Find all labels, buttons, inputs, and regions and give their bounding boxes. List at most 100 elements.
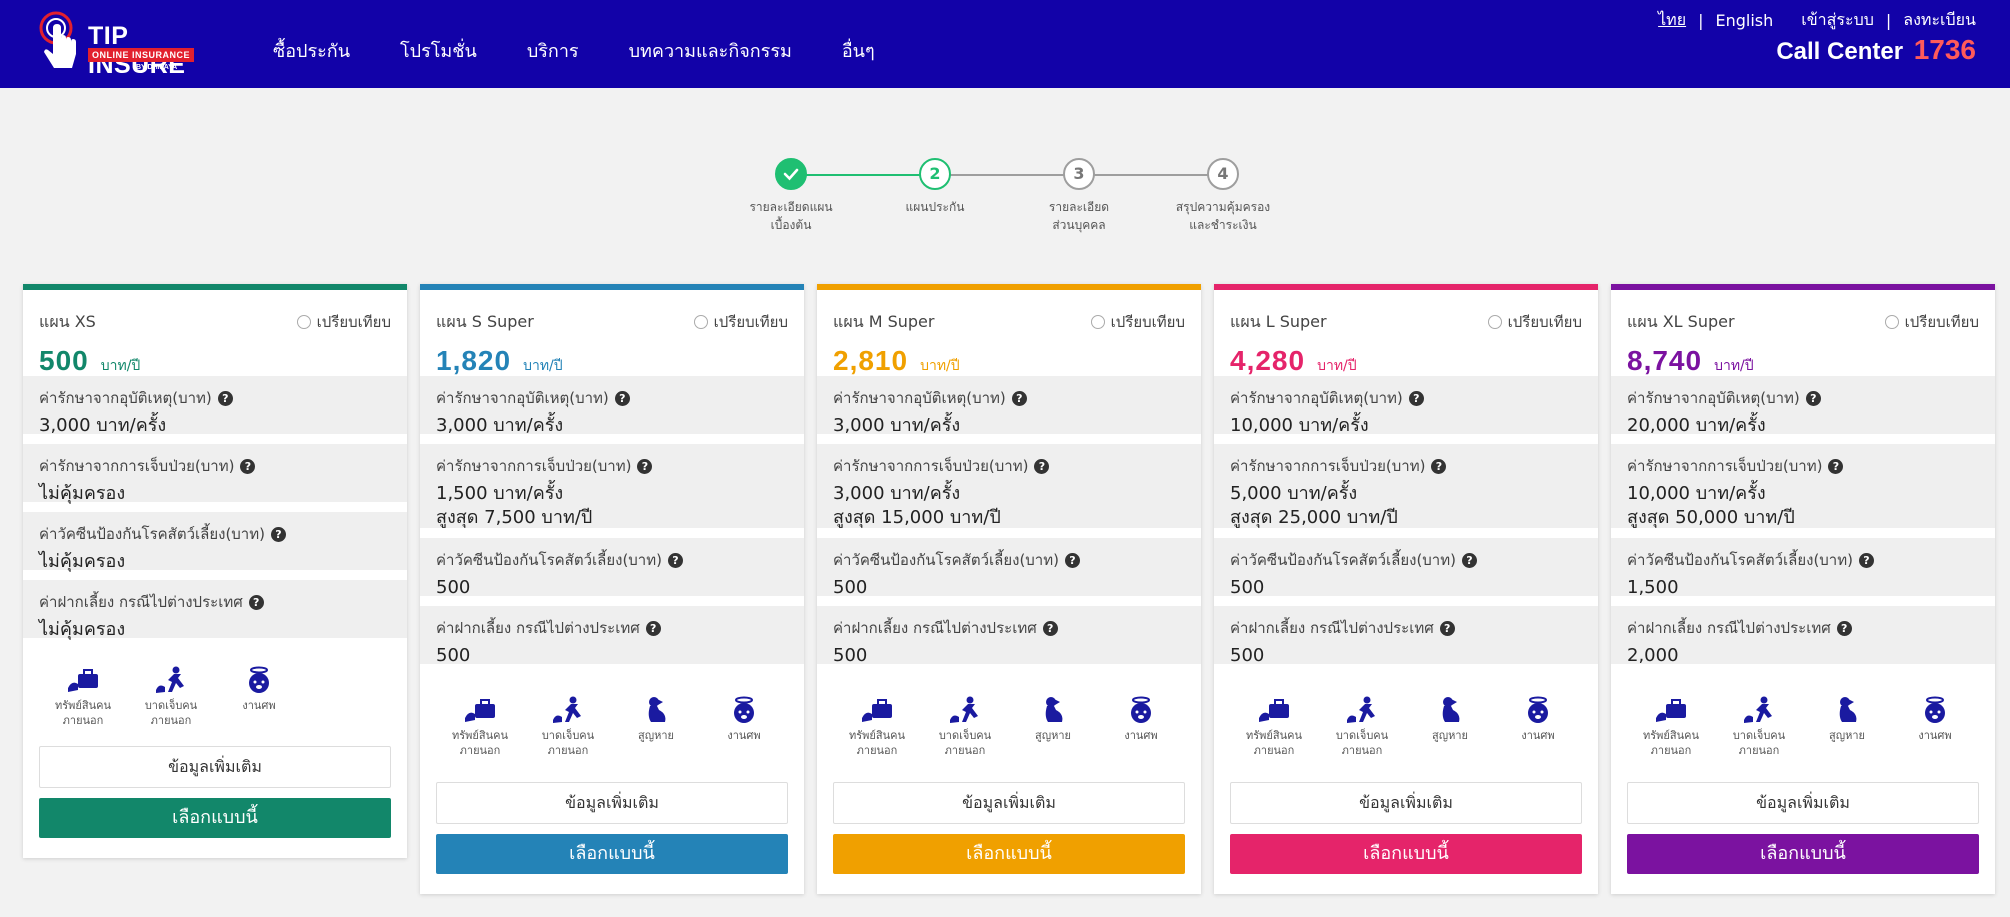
compare-radio[interactable]: [693, 315, 708, 329]
help-icon[interactable]: ?: [217, 390, 233, 406]
help-icon[interactable]: ?: [248, 594, 264, 610]
nav-articles[interactable]: บทความและกิจกรรม: [629, 36, 792, 65]
help-icon[interactable]: ?: [1042, 620, 1058, 636]
compare-radio[interactable]: [1884, 315, 1899, 329]
compare-radio[interactable]: [296, 315, 311, 329]
top-links: ไทย | English เข้าสู่ระบบ | ลงทะเบียน: [1658, 8, 1976, 33]
compare-checkbox[interactable]: เปรียบเทียบ: [296, 310, 391, 334]
coverage-label: ค่าฝากเลี้ยง กรณีไปต่างประเทศ: [833, 619, 1037, 637]
compare-label: เปรียบเทียบ: [1110, 313, 1185, 331]
plan-price: 4,280: [1230, 345, 1306, 376]
help-icon[interactable]: ?: [1461, 552, 1477, 568]
divider: |: [1885, 11, 1892, 30]
lang-thai-link[interactable]: ไทย: [1658, 8, 1686, 33]
nav-promotion[interactable]: โปรโมชั่น: [400, 36, 477, 65]
coverage-boarding: ค่าฝากเลี้ยง กรณีไปต่างประเทศ? 2,000: [1611, 606, 1995, 666]
benefit-icons: ทรัพย์สินคน ภายนอก บาดเจ็บคน ภายนอก สูญหาย…: [817, 674, 1201, 782]
more-info-button[interactable]: ข้อมูลเพิ่มเติม: [1230, 782, 1582, 824]
divider: |: [1698, 11, 1704, 30]
help-icon[interactable]: ?: [1828, 458, 1844, 474]
compare-checkbox[interactable]: เปรียบเทียบ: [1884, 310, 1979, 334]
lost-dog-icon: [1045, 697, 1063, 722]
help-icon[interactable]: ?: [1034, 458, 1050, 474]
help-icon[interactable]: ?: [1064, 552, 1080, 568]
coverage-vaccine: ค่าวัคซีนป้องกันโรคสัตว์เลี้ยง(บาท)? 1,5…: [1611, 538, 1995, 598]
more-info-button[interactable]: ข้อมูลเพิ่มเติม: [39, 746, 391, 788]
injured-person-icon: [156, 666, 184, 693]
benefit-label: งานศพ: [727, 729, 761, 742]
coverage-max-value: สูงสุด 50,000 บาท/ปี: [1627, 507, 1795, 528]
coverage-label: ค่ารักษาจากการเจ็บป่วย(บาท): [39, 457, 235, 475]
coverage-value: ไม่คุ้มครอง: [39, 619, 126, 640]
step-3: 3 รายละเอียด ส่วนบุคคล: [1009, 158, 1149, 234]
coverage-value: ไม่คุ้มครอง: [39, 551, 126, 572]
coverage-label: ค่ารักษาจากอุบัติเหตุ(บาท): [1230, 389, 1403, 407]
coverage-label: ค่าวัคซีนป้องกันโรคสัตว์เลี้ยง(บาท): [39, 525, 265, 543]
coverage-value: 500: [1230, 577, 1265, 598]
more-info-button[interactable]: ข้อมูลเพิ่มเติม: [833, 782, 1185, 824]
nav-others[interactable]: อื่นๆ: [842, 36, 875, 65]
compare-label: เปรียบเทียบ: [1904, 313, 1979, 331]
nav-services[interactable]: บริการ: [527, 36, 579, 65]
benefit-label: ทรัพย์สินคน: [1643, 729, 1699, 742]
select-plan-button[interactable]: เลือกแบบนี้: [436, 834, 788, 874]
angel-dog-icon: [1131, 696, 1151, 723]
plan-price: 2,810: [833, 345, 909, 376]
call-center-number: 1736: [1913, 34, 1976, 65]
benefit-label: งานศพ: [1521, 729, 1555, 742]
coverage-label: ค่ารักษาจากอุบัติเหตุ(บาท): [1627, 389, 1800, 407]
coverage-value: 10,000 บาท/ครั้ง: [1627, 483, 1766, 504]
coverage-boarding: ค่าฝากเลี้ยง กรณีไปต่างประเทศ? 500: [817, 606, 1201, 666]
benefit-label: ทรัพย์สินคน: [452, 729, 508, 742]
plan-card-xs: แผน XS 500 บาท/ปี เปรียบเทียบ ค่ารักษาจา…: [23, 284, 407, 858]
select-plan-button[interactable]: เลือกแบบนี้: [39, 798, 391, 838]
compare-checkbox[interactable]: เปรียบเทียบ: [693, 310, 788, 334]
more-info-button[interactable]: ข้อมูลเพิ่มเติม: [1627, 782, 1979, 824]
coverage-boarding: ค่าฝากเลี้ยง กรณีไปต่างประเทศ? 500: [1214, 606, 1598, 666]
select-plan-button[interactable]: เลือกแบบนี้: [1230, 834, 1582, 874]
coverage-value: 500: [436, 577, 471, 598]
plan-price: 500: [39, 345, 89, 376]
coverage-value: 20,000 บาท/ครั้ง: [1627, 415, 1766, 436]
help-icon[interactable]: ?: [240, 458, 256, 474]
compare-radio[interactable]: [1090, 315, 1105, 329]
register-link[interactable]: ลงทะเบียน: [1903, 8, 1976, 33]
nav-buy-insurance[interactable]: ซื้อประกัน: [273, 36, 350, 65]
help-icon[interactable]: ?: [1858, 552, 1874, 568]
benefit-label: บาดเจ็บคน: [1335, 729, 1389, 742]
help-icon[interactable]: ?: [645, 620, 661, 636]
coverage-vaccine: ค่าวัคซีนป้องกันโรคสัตว์เลี้ยง(บาท)? ไม่…: [23, 512, 407, 572]
coverage-label: ค่ารักษาจากการเจ็บป่วย(บาท): [1230, 457, 1426, 475]
injured-person-icon: [1347, 696, 1375, 723]
help-icon[interactable]: ?: [614, 390, 630, 406]
help-icon[interactable]: ?: [1011, 390, 1027, 406]
call-center[interactable]: Call Center 1736: [1776, 34, 1976, 66]
help-icon[interactable]: ?: [1805, 390, 1821, 406]
benefit-label: ภายนอก: [459, 744, 501, 757]
coverage-boarding: ค่าฝากเลี้ยง กรณีไปต่างประเทศ? ไม่คุ้มคร…: [23, 580, 407, 640]
step-number: 3: [1063, 158, 1095, 190]
help-icon[interactable]: ?: [1431, 458, 1447, 474]
angel-dog-icon: [1925, 696, 1945, 723]
angel-dog-icon: [249, 666, 269, 693]
compare-checkbox[interactable]: เปรียบเทียบ: [1487, 310, 1582, 334]
login-link[interactable]: เข้าสู่ระบบ: [1801, 8, 1874, 33]
help-icon[interactable]: ?: [1836, 620, 1852, 636]
select-plan-button[interactable]: เลือกแบบนี้: [833, 834, 1185, 874]
help-icon[interactable]: ?: [1439, 620, 1455, 636]
tip-insure-logo[interactable]: TIP INSURE ONLINE INSURANCE BY DHIPAYA: [38, 10, 208, 79]
benefit-label: ภายนอก: [1253, 744, 1295, 757]
lang-english-link[interactable]: English: [1715, 11, 1773, 30]
injured-person-icon: [950, 696, 978, 723]
benefit-label: ภายนอก: [150, 714, 192, 727]
compare-radio[interactable]: [1487, 315, 1502, 329]
lost-dog-icon: [648, 697, 666, 722]
help-icon[interactable]: ?: [667, 552, 683, 568]
help-icon[interactable]: ?: [270, 526, 286, 542]
help-icon[interactable]: ?: [1408, 390, 1424, 406]
benefit-label: งานศพ: [242, 699, 276, 712]
compare-checkbox[interactable]: เปรียบเทียบ: [1090, 310, 1185, 334]
select-plan-button[interactable]: เลือกแบบนี้: [1627, 834, 1979, 874]
help-icon[interactable]: ?: [637, 458, 653, 474]
more-info-button[interactable]: ข้อมูลเพิ่มเติม: [436, 782, 788, 824]
